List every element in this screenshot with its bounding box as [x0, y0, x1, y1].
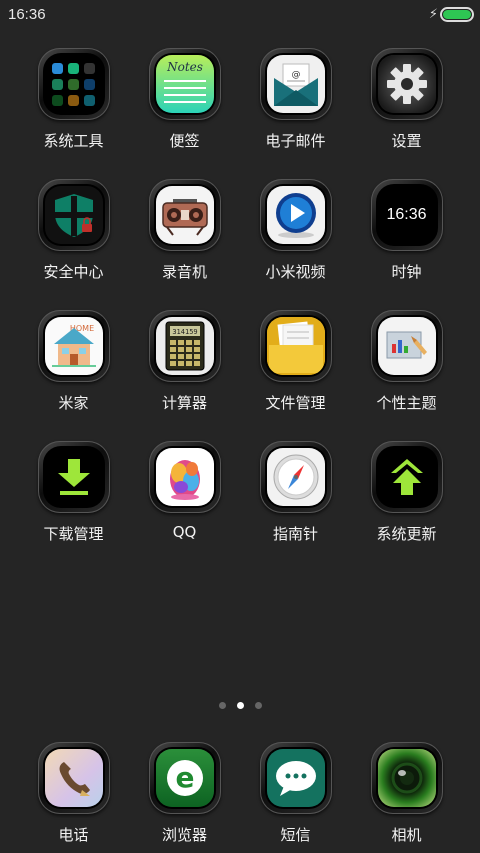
app-label: 安全中心: [43, 263, 104, 281]
app-icon-frame: [148, 179, 221, 251]
clock-icon: 16:36: [377, 186, 436, 244]
app-icon-frame: Notes: [148, 48, 221, 120]
app-clock[interactable]: 16:36 时钟: [351, 179, 462, 310]
app-label: 米家: [58, 394, 89, 412]
dock-app-label: 短信: [280, 826, 311, 844]
app-icon-frame: [37, 742, 110, 814]
download-icon: [44, 448, 103, 506]
app-icon-frame: [259, 441, 332, 513]
notes-icon-text: Notes: [166, 60, 203, 74]
app-icon-frame: e: [148, 742, 221, 814]
app-icon-frame: [370, 742, 443, 814]
dock-app-label: 电话: [58, 826, 89, 844]
battery-fill: [443, 9, 471, 19]
dock: 电话 e 浏览器 短信 相机: [18, 742, 462, 845]
svg-text:314159: 314159: [172, 328, 197, 336]
status-bar: 16:36 ⚡: [0, 0, 480, 28]
status-time: 16:36: [8, 5, 46, 23]
app-icon-frame: [259, 742, 332, 814]
app-file-manager[interactable]: 文件管理: [240, 310, 351, 441]
app-label: 系统工具: [43, 132, 104, 150]
app-label: 小米视频: [265, 263, 326, 281]
dock-app-messages[interactable]: 短信: [240, 742, 351, 845]
app-label: 录音机: [161, 263, 207, 281]
app-settings[interactable]: 设置: [351, 48, 462, 179]
page-indicator: [0, 702, 480, 709]
tools-folder-icon: [44, 55, 103, 113]
theme-icon: [377, 317, 436, 375]
browser-icon: e: [155, 749, 214, 807]
app-themes[interactable]: 个性主题: [351, 310, 462, 441]
dock-app-label: 浏览器: [161, 826, 207, 844]
app-label: 文件管理: [265, 394, 326, 412]
app-icon-frame: 314159: [148, 310, 221, 382]
app-label: 时钟: [391, 263, 422, 281]
app-icon-frame: [370, 310, 443, 382]
dock-app-phone[interactable]: 电话: [18, 742, 129, 845]
app-label: 便签: [169, 132, 200, 150]
app-label: 电子邮件: [265, 132, 326, 150]
app-email[interactable]: @ 电子邮件: [240, 48, 351, 179]
app-notes[interactable]: Notes 便签: [129, 48, 240, 179]
app-icon-frame: [37, 441, 110, 513]
dock-app-camera[interactable]: 相机: [351, 742, 462, 845]
gear-icon: [377, 55, 436, 113]
play-icon: [266, 186, 325, 244]
dock-app-label: 相机: [391, 826, 422, 844]
phone-icon: [44, 749, 103, 807]
charging-bolt-icon: ⚡: [428, 6, 438, 22]
app-icon-frame: @: [259, 48, 332, 120]
page-dot[interactable]: [254, 702, 262, 709]
app-recorder[interactable]: 录音机: [129, 179, 240, 310]
page-dot-active[interactable]: [236, 702, 244, 709]
app-system-update[interactable]: 系统更新: [351, 441, 462, 572]
app-icon-frame: [370, 441, 443, 513]
page-dot[interactable]: [218, 702, 226, 709]
clock-icon-time: 16:36: [386, 206, 427, 223]
app-label: QQ: [172, 523, 197, 541]
app-icon-frame: HOME: [37, 310, 110, 382]
app-icon-frame: [37, 48, 110, 120]
app-downloads[interactable]: 下载管理: [18, 441, 129, 572]
app-icon-frame: [148, 441, 221, 513]
app-icon-frame: [370, 48, 443, 120]
calculator-icon: 314159: [155, 317, 214, 375]
app-icon-frame: [259, 179, 332, 251]
app-compass[interactable]: 指南针: [240, 441, 351, 572]
app-label: 设置: [391, 132, 422, 150]
update-icon: [377, 448, 436, 506]
app-label: 计算器: [161, 394, 207, 412]
shield-icon: [44, 186, 103, 244]
app-security-center[interactable]: 安全中心: [18, 179, 129, 310]
house-icon: HOME: [44, 317, 103, 375]
app-label: 下载管理: [43, 525, 104, 543]
svg-text:e: e: [175, 761, 194, 794]
app-icon-frame: [37, 179, 110, 251]
app-mi-video[interactable]: 小米视频: [240, 179, 351, 310]
folder-icon: [266, 317, 325, 375]
recorder-icon: [155, 186, 214, 244]
notes-icon: Notes: [155, 55, 214, 113]
app-icon-frame: [259, 310, 332, 382]
message-icon: [266, 749, 325, 807]
dock-app-browser[interactable]: e 浏览器: [129, 742, 240, 845]
qq-penguin-icon: [155, 448, 214, 506]
svg-text:@: @: [291, 70, 300, 80]
app-grid: 系统工具 Notes 便签 @ 电子邮件 设置 安全中心 录音机 小米视频 16…: [18, 48, 462, 572]
battery-indicator: ⚡: [428, 6, 474, 22]
app-calculator[interactable]: 314159 计算器: [129, 310, 240, 441]
app-qq[interactable]: QQ: [129, 441, 240, 572]
camera-icon: [377, 749, 436, 807]
app-label: 个性主题: [376, 394, 437, 412]
app-mi-home[interactable]: HOME 米家: [18, 310, 129, 441]
app-system-tools[interactable]: 系统工具: [18, 48, 129, 179]
app-icon-frame: 16:36: [370, 179, 443, 251]
app-label: 系统更新: [376, 525, 437, 543]
app-label: 指南针: [272, 525, 318, 543]
battery-icon: [440, 6, 474, 22]
compass-icon: [266, 448, 325, 506]
email-icon: @: [266, 55, 325, 113]
